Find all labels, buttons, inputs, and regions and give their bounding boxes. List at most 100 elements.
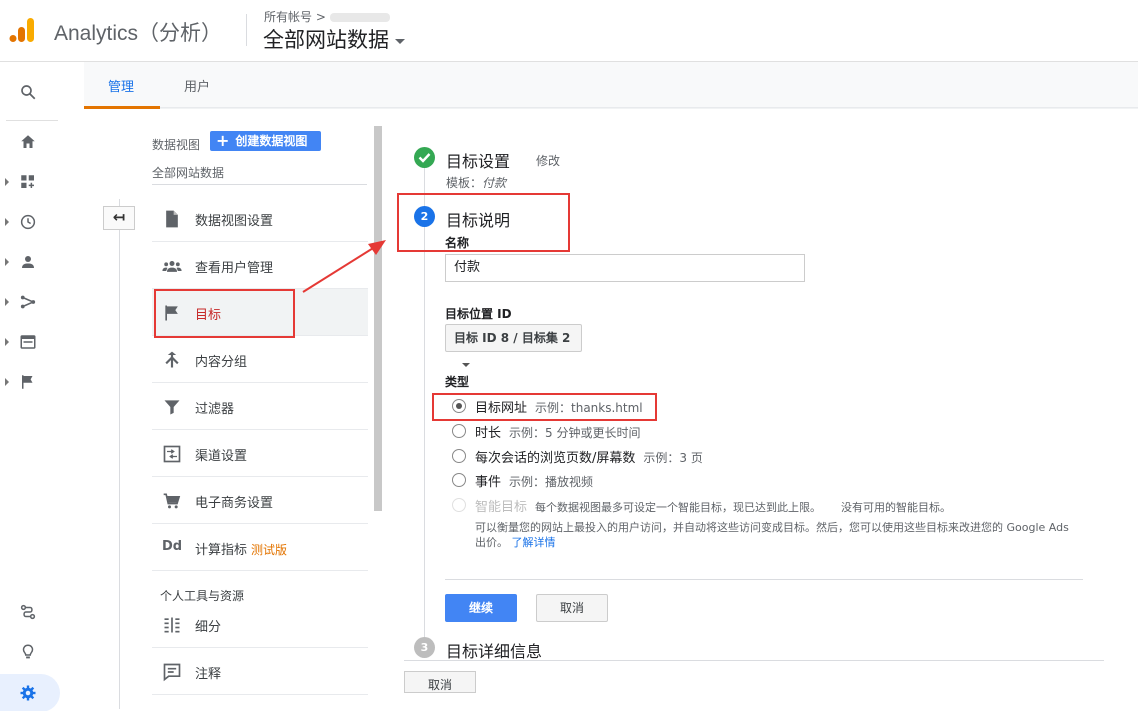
cancel-button[interactable]: 取消 [536,594,608,622]
header: Analytics（分析） 所有帐号 > 全部网站数据 [0,0,1138,62]
type-option-label: 智能目标 每个数据视图最多可设定一个智能目标，现已达到此上限。 没有可用的智能目标。 [475,496,951,515]
dashboard-icon [21,175,34,188]
chevron-down-icon [395,38,405,44]
goal-name-input[interactable]: 付款 [445,254,805,282]
segment-icon [164,617,180,633]
search-icon [21,85,36,100]
type-option-example: 每个数据视图最多可设定一个智能目标，现已达到此上限。 [535,501,822,514]
nav-label: 内容分组 [195,355,248,370]
type-option-name: 每次会话的浏览页数/屏幕数 [475,451,636,466]
tab-users[interactable]: 用户 [184,76,210,95]
annotation-icon [163,663,181,682]
annotation-box-destination [432,393,657,421]
expand-arrow-icon [5,298,9,306]
rail-acquisition[interactable] [0,284,60,320]
merge-icon [165,351,179,368]
nav-label: 数据视图设置 [195,214,274,229]
nav-item-segments[interactable]: 细分 [152,601,368,648]
bottom-cancel-button[interactable]: 取消 [404,671,476,693]
plus-icon: + [216,131,230,150]
home-icon [21,135,35,148]
step3-divider [404,660,1104,661]
edit-link[interactable]: 修改 [536,152,560,169]
expand-arrow-icon [5,338,9,346]
rail-search[interactable] [0,74,60,110]
nav-item-annotations[interactable]: 注释 [152,648,368,695]
nav-label: 注释 [195,667,222,682]
gear-icon [20,685,36,701]
attribution-icon [20,604,36,620]
clock-icon [20,214,36,230]
continue-button[interactable]: 继续 [445,594,517,622]
form-divider [445,579,1083,580]
step3-circle: 3 [414,637,435,658]
rail-conversions[interactable] [0,364,60,400]
step1-title: 目标设置 [446,152,511,171]
learn-more-link[interactable]: 了解详情 [512,536,556,549]
nav-item-channel-settings[interactable]: 渠道设置 [152,430,368,477]
view-name-underline [152,184,367,185]
smart-goal-note: 可以衡量您的网站上最投入的用户访问，并自动将这些访问变成目标。然后，您可以使用这… [475,520,1075,550]
nav-label: 渠道设置 [195,449,248,464]
template-label: 模板： [446,176,483,190]
type-option-label: 时长 示例：5 分钟或更长时间 [475,422,640,441]
nav-label-text: 计算指标 [195,543,248,558]
type-option-name: 时长 [475,426,502,441]
type-option-label: 每次会话的浏览页数/屏幕数 示例：3 页 [475,447,703,466]
type-option-name: 事件 [475,475,502,490]
rail-audience[interactable] [0,244,60,280]
back-button[interactable]: ↤ [103,206,135,230]
nav-label: 计算指标 测试版 [195,539,287,558]
nav-label: 查看用户管理 [195,261,274,276]
acquisition-icon [20,295,36,309]
chevron-down-icon [462,362,470,367]
account-name-redacted [329,13,390,22]
expand-arrow-icon [5,258,9,266]
admin-tabbar: 管理 用户 [84,62,1138,109]
dd-icon: Dd [162,539,183,554]
view-label: 数据视图 [152,138,201,152]
scrollbar[interactable] [374,126,382,511]
rail-home[interactable] [0,124,60,160]
type-option-extra: 没有可用的智能目标。 [841,501,952,514]
rail-customization[interactable] [0,164,60,200]
expand-arrow-icon [5,178,9,186]
rail-attribution[interactable] [0,594,60,630]
radio-button[interactable] [452,449,466,463]
radio-button[interactable] [452,424,466,438]
annotation-box-goals [154,289,295,338]
nav-item-ecommerce-settings[interactable]: 电子商务设置 [152,477,368,524]
property-name: 全部网站数据 [263,28,389,52]
person-icon [22,256,34,268]
expand-arrow-icon [5,218,9,226]
create-view-button[interactable]: + 创建数据视图 [210,131,321,151]
account-breadcrumb[interactable]: 所有帐号 > [264,8,390,25]
account-breadcrumb-label: 所有帐号 > [264,10,326,24]
nav-item-content-grouping[interactable]: 内容分组 [152,336,368,383]
property-selector[interactable]: 全部网站数据 [263,24,405,54]
flag-icon [22,375,33,389]
beta-badge: 测试版 [251,543,288,557]
rail-realtime[interactable] [0,204,60,240]
template-text: 模板：付款 [446,174,506,191]
type-option-name: 智能目标 [475,500,528,515]
analytics-logo-icon[interactable] [9,16,37,44]
nav-item-filters[interactable]: 过滤器 [152,383,368,430]
step3-title[interactable]: 目标详细信息 [446,638,542,662]
type-option-example: 示例：播放视频 [509,475,594,489]
goal-position-select[interactable]: 目标 ID 8 / 目标集 2 [445,324,582,367]
nav-item-calculated-metrics[interactable]: Dd 计算指标 测试版 [152,524,368,571]
rail-admin[interactable] [0,675,60,711]
document-icon [166,210,178,228]
header-divider [246,14,247,46]
admin-panel: ↤ 数据视图 + 创建数据视图 全部网站数据 数据视图设置 查看用户管理 目标 内… [84,109,1138,711]
radio-button[interactable] [452,473,466,487]
rail-divider [6,120,58,121]
tab-admin[interactable]: 管理 [108,76,134,95]
type-option-example: 示例：3 页 [643,451,703,465]
admin-area: 管理 用户 ↤ 数据视图 + 创建数据视图 全部网站数据 数据视图设置 查看用户管… [84,62,1138,711]
annotation-box-goal-description [397,193,570,252]
rail-behavior[interactable] [0,324,60,360]
column-line [119,199,120,709]
rail-discover[interactable] [0,634,60,670]
